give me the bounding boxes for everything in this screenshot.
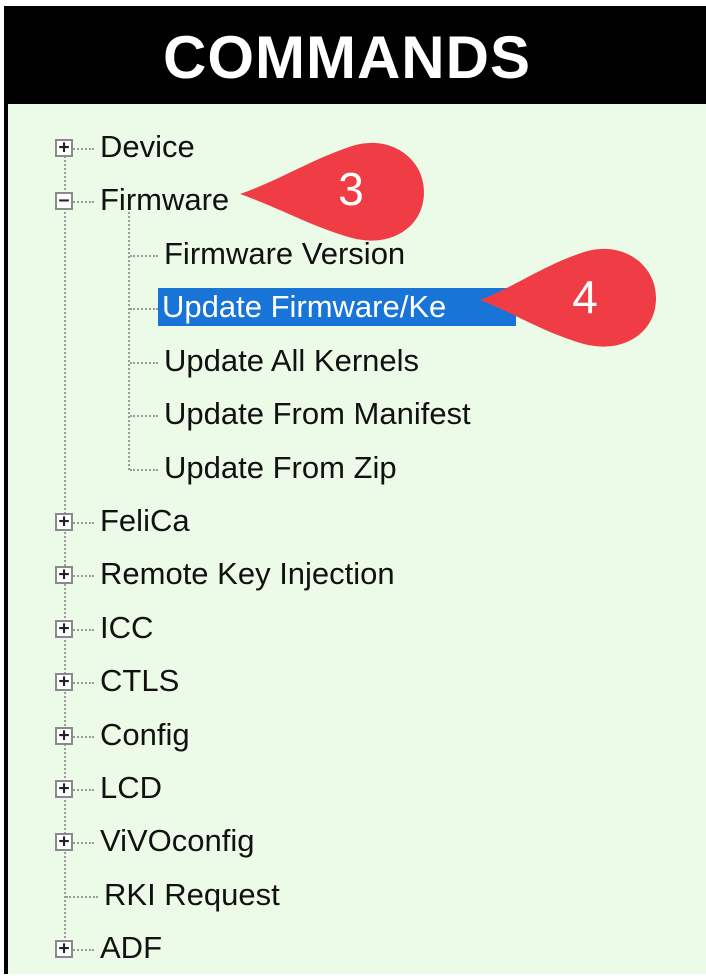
tree-item-update-from-manifest[interactable]: Update From Manifest: [164, 395, 471, 433]
tree-line: [130, 255, 158, 257]
expand-icon[interactable]: +: [55, 139, 73, 157]
step-4-callout: 4: [480, 246, 656, 350]
tree-item-firmware[interactable]: Firmware: [100, 181, 229, 219]
tree-item-icc[interactable]: ICC: [100, 609, 153, 647]
tree-item-rki-request[interactable]: RKI Request: [104, 876, 280, 914]
tree-item-felica[interactable]: FeliCa: [100, 502, 190, 540]
expand-icon[interactable]: +: [55, 620, 73, 638]
tree-item-device[interactable]: Device: [100, 128, 195, 166]
step-3-number: 3: [338, 163, 364, 215]
tree-item-remote-key-injection[interactable]: Remote Key Injection: [100, 555, 395, 593]
tree-item-update-from-zip[interactable]: Update From Zip: [164, 449, 397, 487]
expand-icon[interactable]: +: [55, 673, 73, 691]
panel-header: COMMANDS: [8, 10, 706, 104]
step-4-number: 4: [572, 271, 598, 323]
tree-line: [64, 156, 66, 946]
tree-item-update-firmware-kernel[interactable]: Update Firmware/Ke: [158, 288, 516, 326]
tree-item-update-all-kernels[interactable]: Update All Kernels: [164, 342, 419, 380]
collapse-icon[interactable]: −: [55, 192, 73, 210]
tree-item-config[interactable]: Config: [100, 716, 190, 754]
tree-item-vivoconfig[interactable]: ViVOconfig: [100, 822, 255, 860]
expand-icon[interactable]: +: [55, 833, 73, 851]
tree-line: [128, 212, 130, 470]
tree-line: [130, 415, 158, 417]
tree-line: [66, 896, 98, 898]
expand-icon[interactable]: +: [55, 513, 73, 531]
step-3-callout: 3: [240, 140, 424, 244]
expand-icon[interactable]: +: [55, 727, 73, 745]
tree-line: [130, 308, 158, 310]
tree-item-ctls[interactable]: CTLS: [100, 662, 179, 700]
expand-icon[interactable]: +: [55, 780, 73, 798]
tree-item-adf[interactable]: ADF: [100, 929, 162, 967]
panel-title: COMMANDS: [163, 23, 531, 91]
expand-icon[interactable]: +: [55, 940, 73, 958]
tree-line: [130, 469, 158, 471]
expand-icon[interactable]: +: [55, 566, 73, 584]
tree-line: [130, 362, 158, 364]
tree-item-lcd[interactable]: LCD: [100, 769, 162, 807]
